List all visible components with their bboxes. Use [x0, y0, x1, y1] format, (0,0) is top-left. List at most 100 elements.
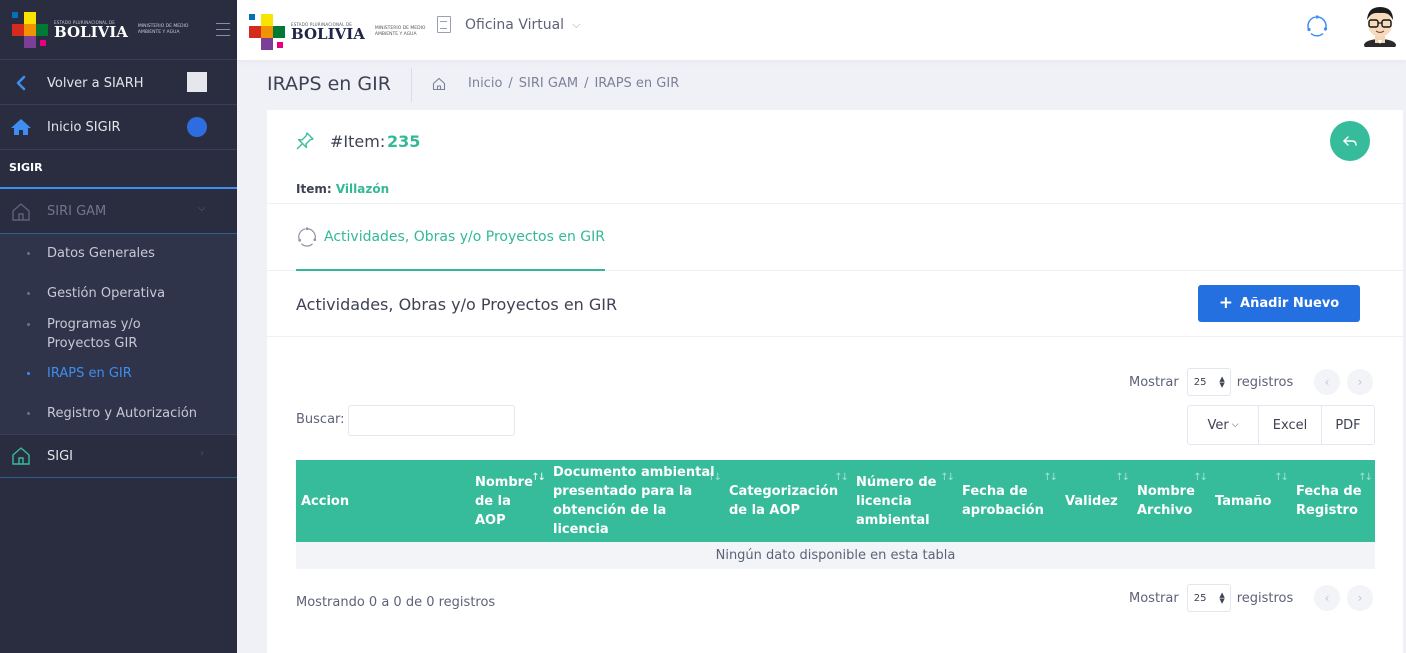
sort-icon: ↑↓	[1193, 472, 1208, 483]
chevron-right-icon: ›	[1357, 375, 1363, 389]
sidebar-subitem-label: Datos Generales	[47, 246, 155, 261]
table-info: Mostrando 0 a 0 de 0 registros	[296, 595, 496, 610]
next-page-button[interactable]: ›	[1347, 369, 1373, 395]
document-icon	[437, 16, 451, 33]
data-table: Accion Nombre de la AOP ↑↓ Documento ambi…	[296, 460, 1375, 569]
export-buttons: Ver ⌵ Excel PDF	[1187, 405, 1375, 445]
home-icon	[10, 116, 32, 138]
sidebar-subitem-gestion-operativa[interactable]: Gestión Operativa	[0, 284, 237, 304]
main-card: #Item: 235 Item: Villazón Actividades, O…	[267, 110, 1403, 653]
col-fecha-aprobacion[interactable]: Fecha de aprobación ↑↓	[957, 460, 1060, 542]
excel-button[interactable]: Excel	[1258, 406, 1321, 444]
empty-message: Ningún dato disponible en esta tabla	[296, 542, 1375, 569]
sort-icon: ↑↓	[531, 472, 546, 483]
bolivia-logo-icon	[249, 14, 285, 50]
page-length-select[interactable]: 25 ▲ ▼	[1186, 368, 1231, 396]
square-icon	[187, 72, 207, 92]
brand-ministry: MINISTERIO DE MEDIO AMBIENTE Y AGUA	[137, 23, 189, 35]
sidebar-subitem-label: Registro y Autorización	[47, 406, 198, 421]
chevron-left-icon: ‹	[1324, 591, 1330, 605]
col-documento[interactable]: Documento ambiental presentado para la o…	[548, 460, 724, 542]
col-numero-licencia[interactable]: Número de licencia ambiental ↑↓	[851, 460, 957, 542]
page-length-select[interactable]: 25 ▲ ▼	[1186, 584, 1231, 612]
sidebar-brand: ESTADO PLURINACIONAL DE BOLIVIA MINISTER…	[0, 0, 237, 60]
item-name: Item: Villazón	[296, 182, 390, 196]
brand-name: BOLIVIA	[54, 22, 128, 41]
topbar: ESTADO PLURINACIONAL DE BOLIVIA MINISTER…	[237, 0, 1406, 60]
chevron-down-icon: ⌵	[572, 17, 581, 31]
plus-icon: +	[1218, 293, 1234, 313]
spinner-icon[interactable]	[1305, 14, 1329, 38]
sidebar-subitem-datos-generales[interactable]: Datos Generales	[0, 244, 237, 264]
home-icon[interactable]	[432, 77, 446, 91]
sidebar-item-siri-gam[interactable]: SIRI GAM ⌵	[0, 190, 237, 233]
col-tamano[interactable]: Tamaño ↑↓	[1210, 460, 1291, 542]
sort-arrows-icon: ▲ ▼	[1219, 591, 1225, 605]
sort-icon: ↑↓	[1043, 472, 1058, 483]
search-input[interactable]	[348, 405, 515, 436]
sidebar-item-home[interactable]: Inicio SIGIR	[0, 105, 237, 149]
back-button[interactable]	[1330, 121, 1370, 161]
spinner-icon	[296, 226, 318, 248]
sidebar-subitem-label: Gestión Operativa	[47, 286, 166, 301]
sidebar-subitem-programas[interactable]: Programas y/o Proyectos GIR	[0, 315, 237, 355]
breadcrumb-inicio[interactable]: Inicio	[468, 76, 502, 91]
chevron-down-icon: ⌵	[1231, 420, 1239, 430]
subheader: IRAPS en GIR Inicio / SIRI GAM / IRAPS e…	[237, 60, 1406, 110]
oficina-virtual-menu[interactable]: Oficina Virtual ⌵	[437, 16, 580, 33]
tab-actividades[interactable]: Actividades, Obras y/o Proyectos en GIR	[296, 226, 605, 248]
sidebar-item-back[interactable]: Volver a SIARH	[0, 62, 237, 104]
chevron-right-icon: ›	[1357, 591, 1363, 605]
sort-icon: ↑↓	[1358, 472, 1373, 483]
sort-arrows-icon: ▲ ▼	[1219, 375, 1225, 389]
item-number: 235	[387, 132, 421, 151]
page-title: IRAPS en GIR	[267, 73, 391, 95]
sidebar-subitem-label: IRAPS en GIR	[47, 366, 132, 381]
table-row: Ningún dato disponible en esta tabla	[296, 542, 1375, 569]
sort-icon: ↑↓	[834, 472, 849, 483]
col-nombre-archivo[interactable]: Nombre Archivo ↑↓	[1132, 460, 1210, 542]
search-label: Buscar:	[296, 412, 345, 427]
add-new-button[interactable]: + Añadir Nuevo	[1198, 285, 1360, 322]
section-title: Actividades, Obras y/o Proyectos en GIR	[296, 295, 618, 314]
sidebar-subitem-iraps[interactable]: IRAPS en GIR	[0, 364, 237, 384]
sidebar-item-label: SIGI	[47, 448, 73, 464]
col-categorizacion[interactable]: Categorización de la AOP ↑↓	[724, 460, 851, 542]
sidebar-item-label: Volver a SIARH	[47, 75, 144, 91]
reply-icon	[1343, 136, 1357, 146]
col-nombre-aop[interactable]: Nombre de la AOP ↑↓	[470, 460, 548, 542]
sidebar: ESTADO PLURINACIONAL DE BOLIVIA MINISTER…	[0, 0, 237, 653]
sort-icon: ↑↓	[940, 472, 955, 483]
chevron-down-icon: ⌵	[198, 203, 206, 214]
chevron-left-icon: ‹	[1324, 375, 1330, 389]
oficina-virtual-label: Oficina Virtual	[465, 16, 565, 33]
item-label: #Item:	[330, 132, 386, 151]
menu-toggle-icon[interactable]	[215, 23, 230, 36]
prev-page-button[interactable]: ‹	[1314, 585, 1340, 611]
card-header: #Item: 235 Item: Villazón	[267, 110, 1403, 204]
item-name-value: Villazón	[335, 182, 390, 196]
col-accion[interactable]: Accion	[296, 460, 470, 542]
prev-page-button[interactable]: ‹	[1314, 369, 1340, 395]
col-validez[interactable]: Validez ↑↓	[1060, 460, 1132, 542]
house-outline-icon	[10, 201, 32, 223]
status-dot-icon	[187, 117, 207, 137]
pdf-button[interactable]: PDF	[1321, 406, 1374, 444]
tab-label: Actividades, Obras y/o Proyectos en GIR	[324, 229, 605, 245]
breadcrumb-iraps: IRAPS en GIR	[594, 76, 680, 91]
topbar-logo: ESTADO PLURINACIONAL DE BOLIVIA MINISTER…	[249, 14, 435, 50]
user-avatar[interactable]	[1360, 3, 1400, 51]
ver-button[interactable]: Ver ⌵	[1188, 406, 1258, 444]
sidebar-section-label: SIGIR	[9, 161, 43, 174]
brand-name: BOLIVIA	[291, 25, 365, 43]
pin-icon	[295, 131, 315, 151]
page-length-top: Mostrar 25 ▲ ▼ registros	[1129, 368, 1293, 396]
sidebar-subitem-registro[interactable]: Registro y Autorización	[0, 404, 237, 424]
next-page-button[interactable]: ›	[1347, 585, 1373, 611]
sidebar-item-sigi[interactable]: SIGI ›	[0, 435, 237, 477]
breadcrumb: Inicio / SIRI GAM / IRAPS en GIR	[432, 76, 679, 91]
sidebar-item-label: Inicio SIGIR	[47, 119, 121, 135]
breadcrumb-siri-gam[interactable]: SIRI GAM	[519, 76, 578, 91]
col-fecha-registro[interactable]: Fecha de Registro ↑↓	[1291, 460, 1375, 542]
sidebar-subitem-label: Programas y/o Proyectos GIR	[47, 317, 141, 351]
